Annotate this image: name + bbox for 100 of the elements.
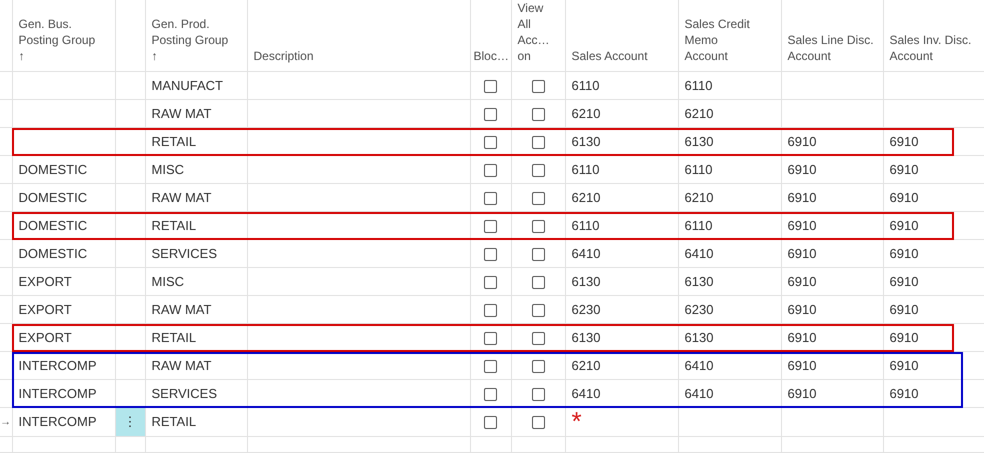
checkbox[interactable] (532, 108, 544, 121)
table-cell: 6910 (890, 274, 918, 289)
checkbox[interactable] (532, 416, 544, 430)
table-cell: SERVICES (152, 246, 218, 261)
column-header[interactable]: Sales Account (572, 48, 672, 64)
table-cell: 6410 (572, 386, 600, 401)
checkbox[interactable] (484, 304, 497, 317)
table-cell: 6110 (684, 162, 712, 177)
table-cell: RETAIL (152, 218, 196, 233)
checkbox[interactable] (532, 220, 544, 233)
checkbox[interactable] (532, 80, 544, 93)
checkbox[interactable] (532, 360, 544, 373)
checkbox[interactable] (532, 164, 544, 177)
checkbox[interactable] (532, 332, 544, 345)
column-header[interactable]: Gen. Prod. Posting Group (152, 16, 240, 48)
table-cell: 6130 (684, 330, 714, 345)
table-cell: 6910 (788, 358, 816, 373)
checkbox[interactable] (484, 360, 497, 373)
checkbox[interactable] (532, 304, 544, 317)
table-cell: 6110 (572, 218, 600, 233)
table-cell: 6910 (890, 246, 918, 261)
sort-arrow-icon: ↑ (18, 48, 24, 64)
table-cell: EXPORT (18, 274, 72, 289)
table-cell: EXPORT (18, 330, 72, 345)
checkbox[interactable] (532, 388, 544, 401)
table-cell: 6110 (684, 78, 712, 93)
table-cell: 6910 (788, 246, 816, 261)
table-cell: DOMESTIC (18, 162, 88, 177)
table-cell: 6910 (890, 330, 918, 345)
table-cell: INTERCOMP (18, 358, 96, 373)
table-cell: 6910 (788, 190, 816, 205)
table-cell: 6910 (890, 358, 918, 373)
table-cell: RETAIL (152, 330, 196, 345)
table-cell: 6130 (572, 330, 600, 345)
checkbox[interactable] (484, 80, 497, 93)
table-cell: DOMESTIC (18, 246, 88, 261)
column-header[interactable]: Gen. Bus. Posting Group (18, 16, 108, 48)
table-cell: INTERCOMP (18, 414, 96, 429)
table-cell: 6210 (684, 106, 714, 121)
table-cell: 6910 (788, 330, 816, 345)
table-cell: EXPORT (18, 302, 72, 317)
table-cell: 6110 (572, 162, 600, 177)
table-cell: 6910 (788, 162, 816, 177)
table-cell: 6130 (572, 134, 600, 149)
table-cell: 6910 (788, 302, 816, 317)
required-asterisk: * (572, 408, 582, 426)
checkbox[interactable] (484, 220, 497, 233)
checkbox[interactable] (532, 276, 544, 289)
table-cell: SERVICES (152, 386, 218, 401)
table-cell: 6230 (684, 302, 714, 317)
table-cell: RETAIL (152, 414, 196, 429)
table-cell: RETAIL (152, 134, 196, 149)
checkbox[interactable] (484, 276, 497, 289)
sort-arrow-icon: ↑ (152, 48, 158, 64)
table-cell: 6230 (572, 302, 600, 317)
table-cell: 6130 (572, 274, 600, 289)
checkbox[interactable] (532, 192, 544, 205)
table-cell: 6910 (890, 162, 918, 177)
table-cell: 6210 (572, 190, 600, 205)
checkbox[interactable] (484, 192, 497, 205)
table-cell: 6210 (684, 190, 714, 205)
table-cell: DOMESTIC (18, 218, 88, 233)
table-cell: 6410 (572, 246, 600, 261)
table-cell: 6910 (788, 134, 816, 149)
checkbox[interactable] (484, 388, 497, 401)
table-cell: 6910 (890, 190, 918, 205)
table-cell: MISC (152, 162, 184, 177)
current-row-arrow-icon: → (0, 416, 11, 428)
table-cell: 6410 (684, 246, 714, 261)
checkbox[interactable] (532, 248, 544, 261)
table-cell: RAW MAT (152, 190, 212, 205)
table-cell: 6130 (684, 134, 714, 149)
checkbox[interactable] (484, 164, 497, 177)
table-cell: DOMESTIC (18, 190, 88, 205)
table-cell: 6910 (890, 386, 918, 401)
table-cell: RAW MAT (152, 358, 212, 373)
table-cell: RAW MAT (152, 106, 212, 121)
table-cell: 6910 (788, 386, 816, 401)
table-cell: MANUFACT (152, 78, 223, 93)
table-cell: MISC (152, 274, 184, 289)
table-cell: RAW MAT (152, 302, 212, 317)
table-cell: 6910 (788, 274, 816, 289)
table-cell: INTERCOMP (18, 386, 96, 401)
table-cell: 6110 (684, 218, 712, 233)
checkbox[interactable] (484, 416, 497, 430)
checkbox[interactable] (484, 136, 497, 149)
table-cell: 6410 (684, 358, 714, 373)
table-cell: 6110 (572, 78, 600, 93)
checkbox[interactable] (484, 248, 497, 261)
column-header[interactable]: Bloc… (474, 48, 508, 64)
table-cell: 6910 (890, 302, 918, 317)
checkbox[interactable] (484, 108, 497, 121)
table-cell: 6910 (788, 218, 816, 233)
checkbox[interactable] (484, 332, 497, 345)
table-cell: 6210 (572, 106, 600, 121)
row-actions-button[interactable]: ⋮ (115, 408, 145, 436)
table-cell: 6210 (572, 358, 600, 373)
table-cell: 6910 (890, 134, 918, 149)
checkbox[interactable] (532, 136, 544, 149)
table-cell: 6130 (684, 274, 714, 289)
